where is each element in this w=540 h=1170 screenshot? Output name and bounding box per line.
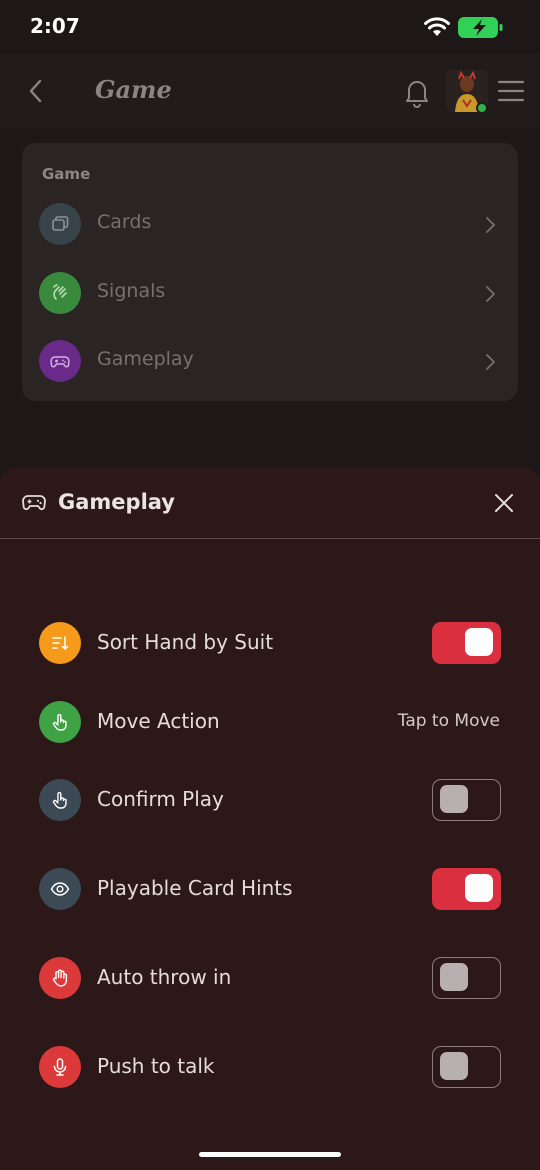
tap-icon [39,701,81,743]
home-indicator [199,1152,341,1157]
menu-item-signals[interactable]: Signals [22,267,518,323]
setting-move-action[interactable]: Move Action Tap to Move [0,692,540,752]
setting-label: Confirm Play [97,787,224,811]
toggle-knob [465,628,493,656]
setting-label: Auto throw in [97,965,232,989]
sort-icon [39,622,81,664]
auto-throw-in-toggle[interactable] [432,957,501,999]
move-action-value[interactable]: Tap to Move [398,711,500,731]
hamburger-menu-icon[interactable] [497,78,525,104]
menu-item-gameplay[interactable]: Gameplay [22,335,518,391]
setting-label: Sort Hand by Suit [97,630,274,654]
setting-push-to-talk: Push to talk [0,1037,540,1097]
setting-label: Playable Card Hints [97,876,293,900]
setting-label: Push to talk [97,1054,215,1078]
setting-confirm-play: Confirm Play [0,770,540,830]
setting-playable-card-hints: Playable Card Hints [0,859,540,919]
battery-charging-icon [458,17,503,38]
close-icon[interactable] [494,493,514,513]
menu-item-label: Cards [97,211,152,233]
eye-icon [39,868,81,910]
toggle-knob [440,785,468,813]
top-nav-bar: Game [0,54,540,128]
gamepad-icon [39,340,81,382]
menu-item-label: Gameplay [97,348,194,370]
online-status-dot [476,102,488,114]
gamepad-icon [22,495,46,511]
setting-sort-hand-by-suit: Sort Hand by Suit [0,613,540,673]
status-bar: 2:07 [0,0,540,54]
setting-label: Move Action [97,709,220,733]
hand-wave-icon [39,272,81,314]
toggle-knob [440,963,468,991]
toggle-knob [465,874,493,902]
sheet-header: Gameplay [0,467,540,539]
playable-card-hints-toggle[interactable] [432,868,501,910]
sheet-title: Gameplay [58,490,175,514]
chevron-right-icon [486,354,496,370]
notification-bell-icon[interactable] [402,76,432,108]
gameplay-bottom-sheet: Gameplay Sort Hand by Suit Move Action T… [0,467,540,1170]
back-arrow-icon[interactable] [24,76,48,106]
menu-item-cards[interactable]: Cards [22,198,518,254]
push-to-talk-toggle[interactable] [432,1046,501,1088]
microphone-icon [39,1046,81,1088]
section-label: Game [42,165,91,183]
hand-icon [39,957,81,999]
wifi-icon [424,17,450,36]
chevron-right-icon [486,217,496,233]
setting-auto-throw-in: Auto throw in [0,948,540,1008]
game-settings-card: Game Cards Signals Gameplay [22,143,518,401]
menu-item-label: Signals [97,280,166,302]
chevron-right-icon [486,286,496,302]
status-time: 2:07 [30,14,80,38]
sort-hand-toggle[interactable] [432,622,501,664]
page-title: Game [95,75,172,104]
tap-icon [39,779,81,821]
confirm-play-toggle[interactable] [432,779,501,821]
toggle-knob [440,1052,468,1080]
cards-icon [39,203,81,245]
